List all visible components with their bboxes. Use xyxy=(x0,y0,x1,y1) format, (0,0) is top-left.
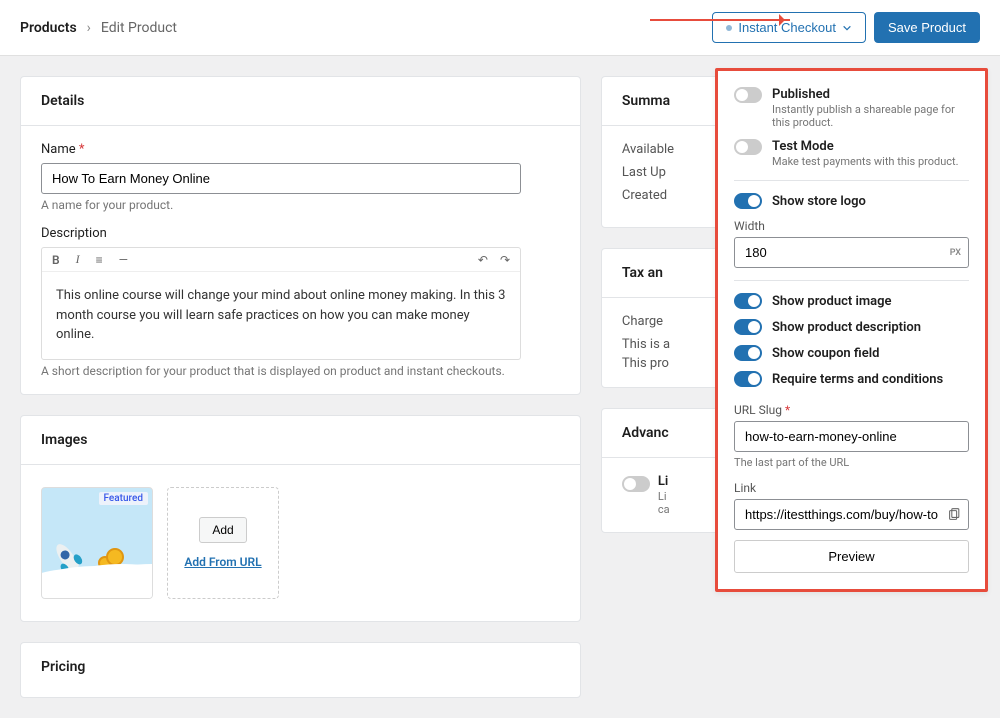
slug-input[interactable] xyxy=(734,421,969,452)
preview-button[interactable]: Preview xyxy=(734,540,969,573)
description-editor: B I ≡ — ↶ ↷ This online course will chan… xyxy=(41,247,521,360)
width-input[interactable] xyxy=(734,237,969,268)
show-description-toggle[interactable] xyxy=(734,319,762,335)
name-label: Name * xyxy=(41,142,560,157)
rocket-illustration-icon xyxy=(42,488,152,598)
breadcrumb: Products › Edit Product xyxy=(20,20,177,36)
slug-label: URL Slug * xyxy=(734,403,969,417)
add-from-url-link[interactable]: Add From URL xyxy=(184,555,261,569)
advanced-toggle[interactable] xyxy=(622,476,650,492)
images-card: Images Featured xyxy=(20,415,581,622)
chevron-down-icon xyxy=(842,23,852,33)
details-card: Details Name * A name for your product. … xyxy=(20,76,581,395)
save-button[interactable]: Save Product xyxy=(874,12,980,43)
advanced-toggle-label: Li xyxy=(658,474,670,489)
testmode-desc: Make test payments with this product. xyxy=(772,155,969,168)
breadcrumb-current: Edit Product xyxy=(101,20,177,36)
pricing-card: Pricing xyxy=(20,642,581,698)
hr-icon[interactable]: — xyxy=(119,253,128,267)
undo-icon[interactable]: ↶ xyxy=(478,253,488,267)
published-label: Published xyxy=(772,87,969,102)
page-header: Products › Edit Product Instant Checkout… xyxy=(0,0,1000,56)
product-image-thumbnail[interactable]: Featured xyxy=(41,487,153,599)
description-label: Description xyxy=(41,226,560,241)
editor-toolbar: B I ≡ — ↶ ↷ xyxy=(42,248,520,272)
details-title: Details xyxy=(21,77,580,126)
slug-help: The last part of the URL xyxy=(734,456,969,469)
image-upload-dropzone[interactable]: Add Add From URL xyxy=(167,487,279,599)
published-toggle[interactable] xyxy=(734,87,762,103)
add-image-button[interactable]: Add xyxy=(199,517,246,543)
header-actions: Instant Checkout Save Product xyxy=(712,12,980,43)
redo-icon[interactable]: ↷ xyxy=(500,253,510,267)
main-content: Details Name * A name for your product. … xyxy=(0,56,1000,718)
require-terms-toggle[interactable] xyxy=(734,371,762,387)
show-logo-label: Show store logo xyxy=(772,194,866,209)
advanced-toggle-desc: Li ca xyxy=(658,490,670,516)
show-image-label: Show product image xyxy=(772,294,892,309)
description-help: A short description for your product tha… xyxy=(41,364,560,378)
pricing-title: Pricing xyxy=(21,643,580,697)
show-logo-toggle[interactable] xyxy=(734,193,762,209)
italic-icon[interactable]: I xyxy=(76,252,80,267)
name-help: A name for your product. xyxy=(41,198,560,212)
copy-icon[interactable] xyxy=(947,508,961,522)
published-desc: Instantly publish a shareable page for t… xyxy=(772,103,969,129)
list-icon[interactable]: ≡ xyxy=(96,253,103,267)
bold-icon[interactable]: B xyxy=(52,253,60,267)
right-column: Summa Available Last Up Created Tax an C… xyxy=(601,76,980,533)
show-coupon-toggle[interactable] xyxy=(734,345,762,361)
show-description-label: Show product description xyxy=(772,320,921,335)
breadcrumb-root[interactable]: Products xyxy=(20,20,77,36)
annotation-arrow xyxy=(650,19,790,21)
instant-checkout-dropdown: Published Instantly publish a shareable … xyxy=(715,68,988,592)
status-dot-icon xyxy=(726,25,732,31)
width-label: Width xyxy=(734,219,969,233)
divider xyxy=(734,280,969,281)
description-textarea[interactable]: This online course will change your mind… xyxy=(42,272,520,359)
show-image-toggle[interactable] xyxy=(734,293,762,309)
chevron-right-icon: › xyxy=(87,20,91,36)
images-title: Images xyxy=(21,416,580,465)
name-input[interactable] xyxy=(41,163,521,194)
link-label: Link xyxy=(734,481,969,495)
require-terms-label: Require terms and conditions xyxy=(772,372,943,387)
left-column: Details Name * A name for your product. … xyxy=(20,76,581,698)
link-input[interactable] xyxy=(734,499,969,530)
width-unit: PX xyxy=(950,248,961,258)
testmode-toggle[interactable] xyxy=(734,139,762,155)
divider xyxy=(734,180,969,181)
show-coupon-label: Show coupon field xyxy=(772,346,879,361)
testmode-label: Test Mode xyxy=(772,139,969,154)
